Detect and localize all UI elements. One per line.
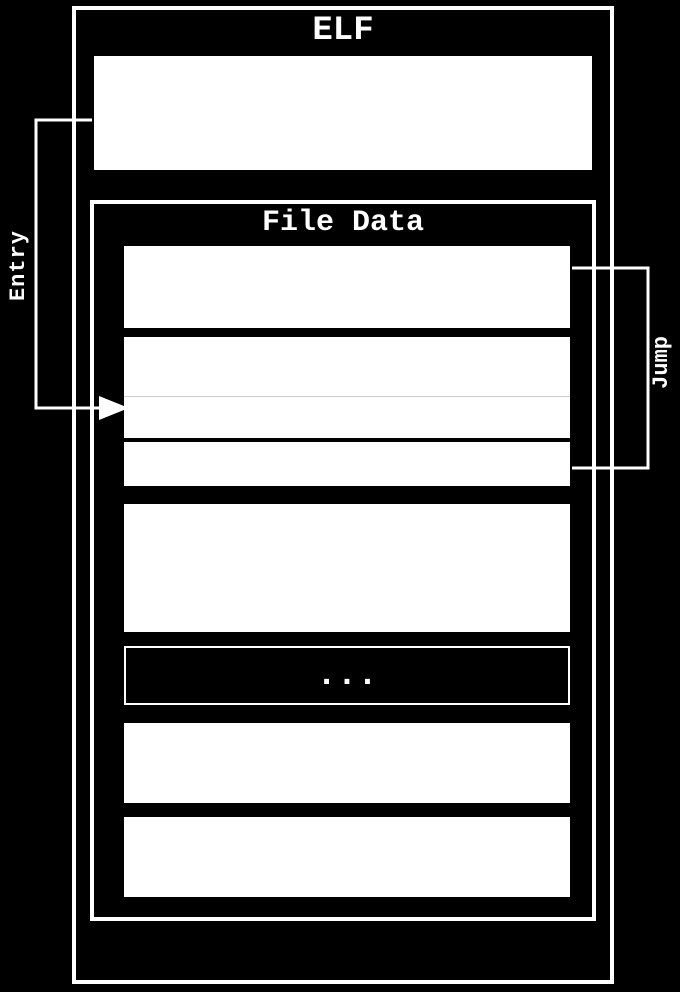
segment-divider (124, 328, 570, 337)
entry-arrow-label: Entry (6, 230, 31, 301)
segment-block-5 (124, 723, 570, 803)
file-data-title: File Data (94, 204, 592, 246)
elf-header-block (94, 56, 592, 170)
segment-block-6 (124, 817, 570, 897)
segment-thinline (124, 396, 570, 397)
elf-container: ELF File Data ... (72, 6, 614, 984)
segment-block-1 (124, 246, 570, 438)
jump-arrow-label: Jump (649, 336, 674, 389)
segment-block-2 (124, 438, 570, 486)
segment-block-3 (124, 504, 570, 632)
elf-title: ELF (76, 10, 610, 56)
file-data-container: File Data ... (90, 200, 596, 921)
ellipsis-box: ... (124, 646, 570, 705)
ellipsis-text: ... (316, 659, 377, 693)
